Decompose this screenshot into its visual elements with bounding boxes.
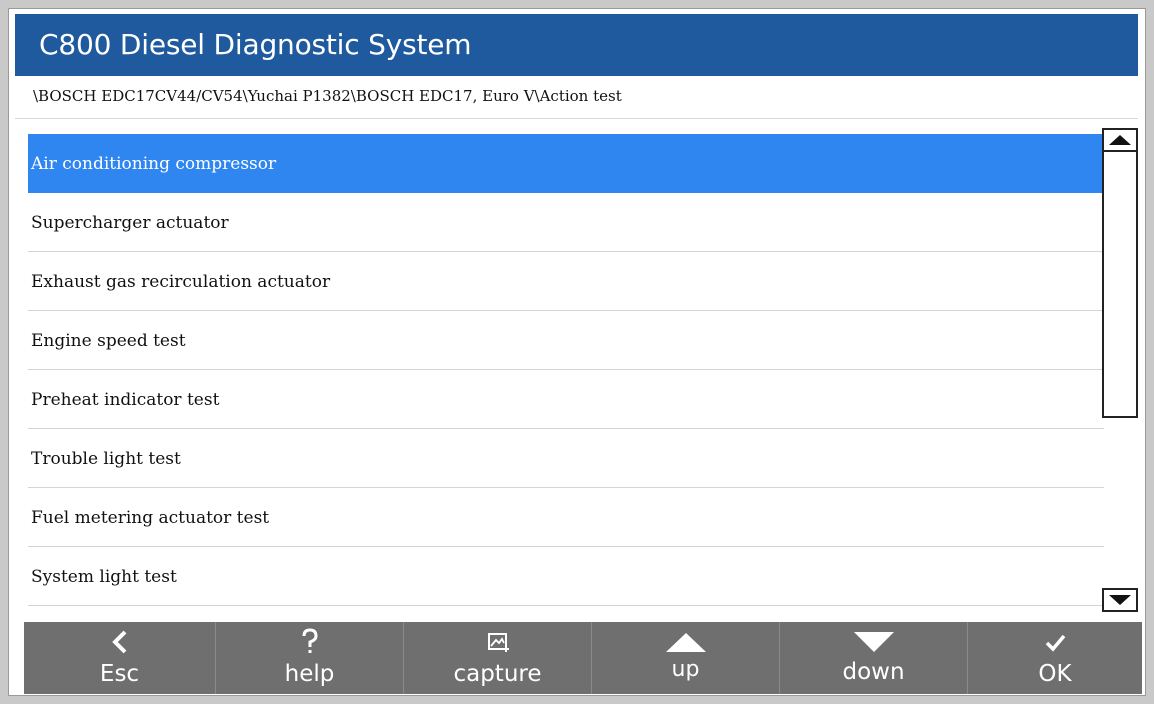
esc-button[interactable]: Esc	[24, 622, 216, 694]
ok-label: OK	[1038, 661, 1072, 687]
capture-label: capture	[453, 661, 542, 687]
up-label: up	[671, 657, 700, 682]
down-label: down	[842, 659, 905, 685]
action-test-list: Air conditioning compressor Supercharger…	[28, 134, 1104, 606]
chevron-left-icon	[24, 628, 215, 656]
list-item-preheat-indicator-test[interactable]: Preheat indicator test	[28, 370, 1104, 429]
list-item-engine-speed-test[interactable]: Engine speed test	[28, 311, 1104, 370]
checkmark-icon	[968, 628, 1142, 656]
up-button[interactable]: up	[592, 622, 780, 694]
scroll-up-arrow-icon	[1109, 135, 1131, 145]
esc-label: Esc	[99, 661, 140, 687]
down-button[interactable]: down	[780, 622, 968, 694]
list-scrollbar[interactable]	[1094, 124, 1138, 616]
scroll-down-button[interactable]	[1102, 588, 1138, 612]
breadcrumb-path: \BOSCH EDC17CV44/CV54\Yuchai P1382\BOSCH…	[15, 76, 1138, 119]
app-title: C800 Diesel Diagnostic System	[15, 14, 1138, 76]
scroll-track[interactable]	[1102, 152, 1138, 586]
ok-button[interactable]: OK	[968, 622, 1142, 694]
list-item-system-light-test[interactable]: System light test	[28, 547, 1104, 606]
scroll-down-arrow-icon	[1109, 595, 1131, 605]
bottom-toolbar: Esc help capture up down OK	[24, 622, 1142, 694]
question-mark-icon	[216, 628, 403, 656]
camera-capture-icon	[404, 628, 591, 656]
scroll-thumb[interactable]	[1102, 152, 1138, 418]
triangle-down-icon	[780, 628, 967, 656]
triangle-up-icon	[592, 628, 779, 656]
capture-button[interactable]: capture	[404, 622, 592, 694]
list-item-supercharger-actuator[interactable]: Supercharger actuator	[28, 193, 1104, 252]
list-item-trouble-light-test[interactable]: Trouble light test	[28, 429, 1104, 488]
scroll-up-button[interactable]	[1102, 128, 1138, 152]
list-item-fuel-metering-actuator-test[interactable]: Fuel metering actuator test	[28, 488, 1104, 547]
list-item-air-conditioning-compressor[interactable]: Air conditioning compressor	[28, 134, 1104, 193]
help-button[interactable]: help	[216, 622, 404, 694]
help-label: help	[284, 661, 335, 687]
list-item-egr-actuator[interactable]: Exhaust gas recirculation actuator	[28, 252, 1104, 311]
